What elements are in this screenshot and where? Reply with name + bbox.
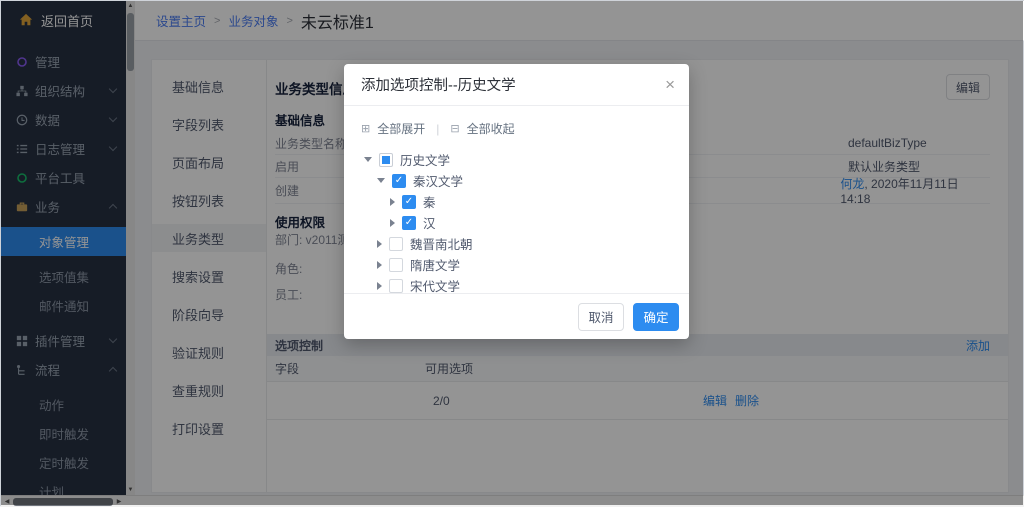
- checkbox-unchecked[interactable]: [389, 237, 403, 251]
- collapse-all-icon: ⊟: [450, 122, 459, 135]
- tree-node-han: ✓ 汉: [364, 212, 689, 233]
- tree-node-suitang: 隋唐文学: [364, 254, 689, 275]
- checkbox-checked[interactable]: ✓: [392, 174, 406, 188]
- tree-node-weijin: 魏晋南北朝: [364, 233, 689, 254]
- dialog-title: 添加选项控制--历史文学: [361, 74, 665, 95]
- tree-node-label[interactable]: 汉: [423, 213, 436, 232]
- tree-node-label[interactable]: 魏晋南北朝: [410, 234, 473, 253]
- caret-right-icon[interactable]: [390, 198, 395, 206]
- tree-node-qinhan-literature: ✓ 秦汉文学: [364, 170, 689, 191]
- cancel-button[interactable]: 取消: [578, 303, 624, 331]
- caret-right-icon[interactable]: [377, 261, 382, 269]
- tree-node-label[interactable]: 隋唐文学: [410, 255, 460, 274]
- ok-button[interactable]: 确定: [633, 303, 679, 331]
- checkbox-unchecked[interactable]: [389, 279, 403, 293]
- tree-toolbar: ⊞ 全部展开 | ⊟ 全部收起: [344, 106, 689, 139]
- add-option-control-dialog: 添加选项控制--历史文学 × ⊞ 全部展开 | ⊟ 全部收起 历史文学 ✓ 秦汉…: [344, 64, 689, 339]
- tree-node-qin: ✓ 秦: [364, 191, 689, 212]
- expand-all-icon: ⊞: [361, 122, 370, 135]
- checkbox-unchecked[interactable]: [389, 258, 403, 272]
- caret-down-icon[interactable]: [377, 178, 385, 183]
- option-tree: 历史文学 ✓ 秦汉文学 ✓ 秦 ✓ 汉 魏晋南北朝 隋唐文学: [344, 139, 689, 296]
- checkbox-indeterminate[interactable]: [379, 153, 393, 167]
- collapse-all-link[interactable]: 全部收起: [467, 120, 515, 137]
- tree-node-label[interactable]: 秦汉文学: [413, 171, 463, 190]
- caret-right-icon[interactable]: [377, 282, 382, 290]
- checkbox-checked[interactable]: ✓: [402, 195, 416, 209]
- checkbox-checked[interactable]: ✓: [402, 216, 416, 230]
- tree-node-label[interactable]: 历史文学: [400, 150, 450, 169]
- caret-right-icon[interactable]: [377, 240, 382, 248]
- close-icon[interactable]: ×: [665, 76, 675, 93]
- tree-node-history-literature: 历史文学: [364, 149, 689, 170]
- tree-node-label[interactable]: 秦: [423, 192, 436, 211]
- caret-down-icon[interactable]: [364, 157, 372, 162]
- toolbar-divider: |: [436, 122, 439, 136]
- expand-all-link[interactable]: 全部展开: [377, 120, 425, 137]
- dialog-footer: 取消 确定: [344, 293, 689, 339]
- caret-right-icon[interactable]: [390, 219, 395, 227]
- dialog-header: 添加选项控制--历史文学 ×: [344, 64, 689, 106]
